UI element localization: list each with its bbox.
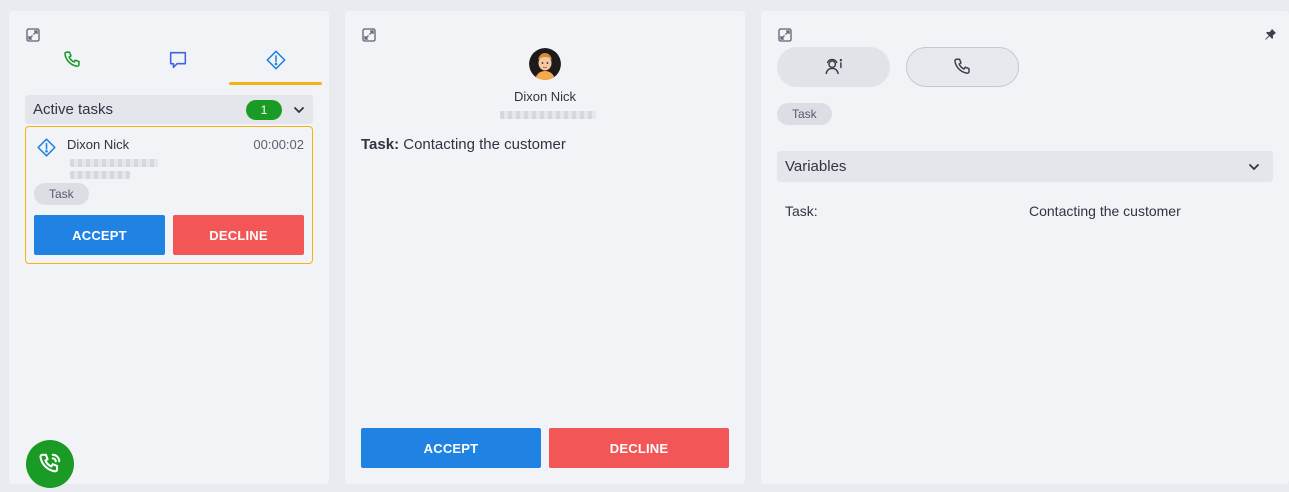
task-count-badge: 1 [246,100,282,120]
variables-header[interactable]: Variables [777,151,1273,182]
task-alert-icon [266,50,285,70]
tab-chats[interactable] [131,47,224,85]
tab-calls[interactable] [26,47,119,85]
contact-info-tab[interactable] [777,47,890,87]
chevron-down-icon[interactable] [292,103,306,117]
tab-tasks[interactable] [229,47,322,85]
softphone-button[interactable] [26,440,74,488]
task-type-chip: Task [777,103,832,125]
contact-name: Dixon Nick [513,89,577,104]
task-type-chip: Task [34,183,89,205]
decline-button[interactable]: DECLINE [173,215,304,255]
redacted-phone [500,111,596,119]
task-detail-panel: Dixon Nick Task: Contacting the customer… [345,11,745,484]
variable-value: Contacting the customer [1029,203,1181,219]
variables-title: Variables [785,158,847,175]
expand-icon[interactable] [778,28,792,42]
chat-icon [169,51,186,69]
task-timer: 00:00:02 [253,137,304,152]
decline-button[interactable]: DECLINE [549,428,729,468]
expand-icon[interactable] [362,28,376,42]
pin-icon[interactable] [1264,28,1277,41]
active-tasks-header[interactable]: Active tasks 1 [25,95,313,124]
info-panel: Task Variables Task: Contacting the cust… [761,11,1289,484]
channel-tabs [26,47,322,85]
user-info-icon [824,58,842,75]
accept-button[interactable]: ACCEPT [34,215,165,255]
task-value: Contacting the customer [403,136,566,153]
phone-icon [953,58,970,74]
tasks-panel: Active tasks 1 Dixon Nick 00:00:02 Task … [9,11,329,488]
phone-ringing-icon [39,453,61,473]
redacted-phone [70,159,158,167]
task-description: Task: Contacting the customer [361,136,566,153]
task-alert-icon [36,137,57,158]
call-tab[interactable] [906,47,1019,87]
phone-icon [63,51,80,68]
task-label: Task: [361,136,400,153]
avatar [529,48,561,80]
task-contact-name: Dixon Nick [67,137,130,152]
chevron-down-icon[interactable] [1247,160,1261,174]
active-tasks-title: Active tasks [33,101,114,118]
accept-button[interactable]: ACCEPT [361,428,541,468]
task-card[interactable]: Dixon Nick 00:00:02 Task ACCEPT DECLINE [25,126,313,264]
redacted-info [70,171,130,179]
variable-key: Task: [785,203,818,219]
expand-icon[interactable] [26,28,40,42]
